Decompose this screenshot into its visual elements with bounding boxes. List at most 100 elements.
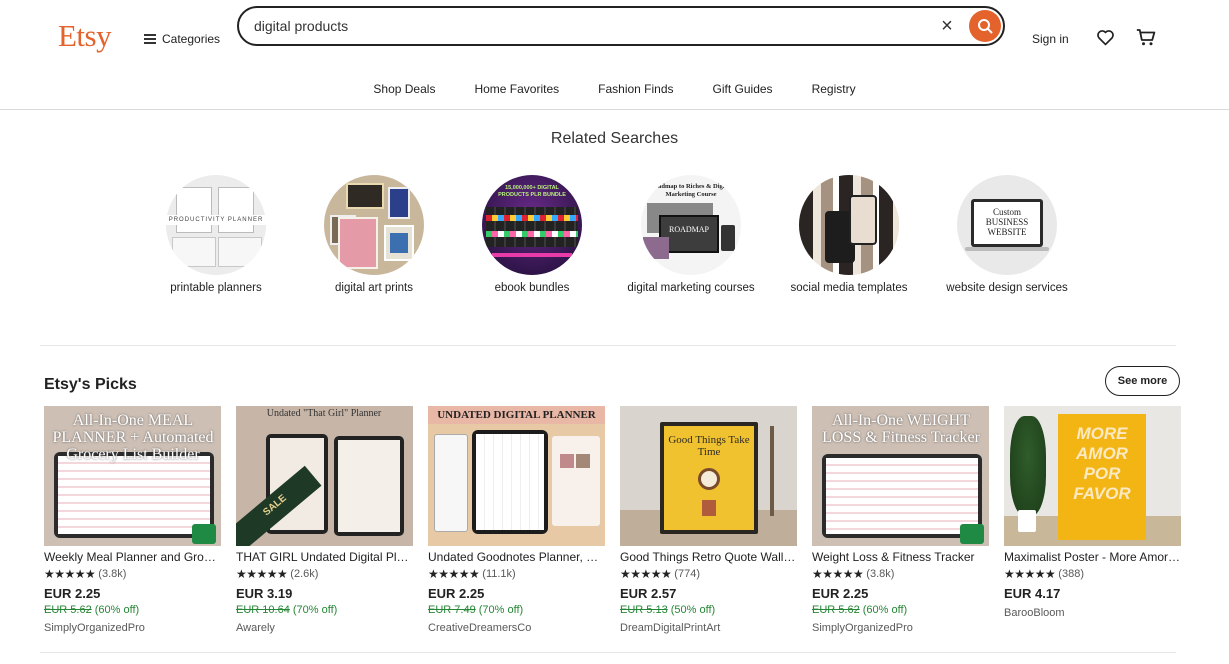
- product-image[interactable]: All-In-One WEIGHT LOSS & Fitness Tracker: [812, 406, 989, 546]
- product-title: THAT GIRL Undated Digital Planner: [236, 550, 413, 564]
- product-image[interactable]: Undated "That Girl" Planner SALE: [236, 406, 413, 546]
- related-searches-title: Related Searches: [550, 130, 679, 147]
- related-search-digital-marketing-courses[interactable]: Roadmap to Riches & Digital Marketing Co…: [621, 175, 761, 296]
- nav-registry[interactable]: Registry: [812, 82, 856, 96]
- product-rating: ★★★★★ (3.8k): [44, 567, 221, 581]
- product-card[interactable]: Good Things Take Time Good Things Retro …: [620, 406, 797, 636]
- shop-name[interactable]: BarooBloom: [1004, 607, 1181, 621]
- search-icon: [978, 19, 993, 34]
- product-card[interactable]: All-In-One MEAL PLANNER + Automated Groc…: [44, 406, 221, 636]
- product-card[interactable]: Undated "That Girl" Planner SALE THAT GI…: [236, 406, 413, 636]
- product-price: EUR 2.57: [620, 586, 677, 601]
- discount: (50% off): [670, 604, 716, 616]
- review-count: (388): [1058, 568, 1084, 580]
- star-rating-icon: ★★★★★: [812, 567, 864, 581]
- star-rating-icon: ★★★★★: [1004, 567, 1056, 581]
- thumb-caption: Custom BUSINESS WEBSITE: [985, 207, 1029, 237]
- product-price: EUR 3.19: [236, 586, 293, 601]
- nav-shop-deals[interactable]: Shop Deals: [373, 82, 435, 96]
- sign-in-link[interactable]: Sign in: [1032, 32, 1069, 46]
- discount: (70% off): [478, 604, 524, 616]
- discount: (60% off): [94, 604, 140, 616]
- related-search-thumbnail: [799, 175, 899, 275]
- cart-icon[interactable]: [1136, 28, 1156, 47]
- related-search-thumbnail: Custom BUSINESS WEBSITE: [957, 175, 1057, 275]
- product-original-price: EUR 10.64 (70% off): [236, 604, 413, 618]
- related-search-thumbnail: [324, 175, 424, 275]
- original-price: EUR 10.64: [236, 604, 290, 616]
- product-title: Maximalist Poster - More Amor Por Favor: [1004, 550, 1181, 564]
- shop-name[interactable]: Awarely: [236, 622, 413, 636]
- hamburger-icon: [144, 34, 156, 44]
- related-search-label: digital art prints: [335, 282, 413, 294]
- review-count: (774): [674, 568, 700, 580]
- product-image[interactable]: UNDATED DIGITAL PLANNER: [428, 406, 605, 546]
- shop-name[interactable]: SimplyOrganizedPro: [812, 622, 989, 636]
- review-count: (2.6k): [290, 568, 319, 580]
- related-search-ebook-bundles[interactable]: 15,000,000+ DIGITAL PRODUCTS PLR BUNDLE …: [462, 175, 602, 296]
- star-rating-icon: ★★★★★: [44, 567, 96, 581]
- product-price: EUR 2.25: [428, 586, 485, 601]
- product-rating: ★★★★★ (774): [620, 567, 797, 581]
- shop-name[interactable]: CreativeDreamersCo: [428, 622, 605, 636]
- categories-button[interactable]: Categories: [144, 32, 220, 46]
- search-button[interactable]: [969, 10, 1001, 42]
- discount: (70% off): [292, 604, 338, 616]
- clear-search-icon[interactable]: ×: [937, 16, 957, 36]
- star-rating-icon: ★★★★★: [236, 567, 288, 581]
- search-bar: ×: [237, 6, 1005, 46]
- product-original-price: EUR 5.62 (60% off): [812, 604, 989, 618]
- product-card[interactable]: UNDATED DIGITAL PLANNER Undated Goodnote…: [428, 406, 605, 636]
- search-input[interactable]: [254, 16, 914, 36]
- nav-home-favorites[interactable]: Home Favorites: [474, 82, 559, 96]
- product-original-price: EUR 7.49 (70% off): [428, 604, 605, 618]
- product-rating: ★★★★★ (2.6k): [236, 567, 413, 581]
- product-card[interactable]: MORE AMOR POR FAVOR Maximalist Poster - …: [1004, 406, 1181, 621]
- thumb-caption: PRODUCTIVITY PLANNER: [166, 215, 266, 225]
- product-image-caption: All-In-One WEIGHT LOSS & Fitness Tracker: [822, 412, 980, 446]
- product-image-caption: MORE AMOR POR FAVOR: [1073, 424, 1131, 503]
- product-image[interactable]: Good Things Take Time: [620, 406, 797, 546]
- related-search-label: digital marketing courses: [627, 282, 755, 294]
- original-price: EUR 5.62: [812, 604, 860, 616]
- product-title: Undated Goodnotes Planner, Digital Plann…: [428, 550, 605, 564]
- product-rating: ★★★★★ (388): [1004, 567, 1181, 581]
- original-price: EUR 5.13: [620, 604, 668, 616]
- product-card[interactable]: All-In-One WEIGHT LOSS & Fitness Tracker…: [812, 406, 989, 636]
- thumb-caption: Roadmap to Riches & Digital Marketing Co…: [650, 183, 732, 198]
- product-image-caption: Undated "That Girl" Planner: [266, 408, 382, 419]
- star-rating-icon: ★★★★★: [428, 567, 480, 581]
- etsy-logo[interactable]: Etsy: [58, 18, 112, 54]
- related-search-label: website design services: [946, 282, 1068, 294]
- shop-name[interactable]: SimplyOrganizedPro: [44, 622, 221, 636]
- product-title: Weight Loss & Fitness Tracker: [812, 550, 975, 564]
- related-search-printable-planners[interactable]: PRODUCTIVITY PLANNER printable planners: [146, 175, 286, 296]
- nav-fashion-finds[interactable]: Fashion Finds: [598, 82, 673, 96]
- product-title: Good Things Retro Quote Wall Art: [620, 550, 797, 564]
- product-original-price: EUR 5.13 (50% off): [620, 604, 797, 618]
- product-image[interactable]: All-In-One MEAL PLANNER + Automated Groc…: [44, 406, 221, 546]
- top-nav: Shop Deals Home Favorites Fashion Finds …: [0, 82, 1229, 96]
- related-search-website-design-services[interactable]: Custom BUSINESS WEBSITE website design s…: [937, 175, 1077, 296]
- see-more-button[interactable]: See more: [1105, 366, 1180, 396]
- categories-label: Categories: [162, 32, 221, 46]
- related-search-label: printable planners: [170, 282, 262, 294]
- product-price: EUR 2.25: [44, 586, 101, 601]
- star-rating-icon: ★★★★★: [620, 567, 672, 581]
- related-search-social-media-templates[interactable]: social media templates: [779, 175, 919, 296]
- product-image-caption: All-In-One MEAL PLANNER + Automated Groc…: [52, 412, 214, 463]
- product-image[interactable]: MORE AMOR POR FAVOR: [1004, 406, 1181, 546]
- product-rating: ★★★★★ (11.1k): [428, 567, 605, 581]
- related-search-digital-art-prints[interactable]: digital art prints: [304, 175, 444, 296]
- thumb-caption: 15,000,000+ DIGITAL PRODUCTS PLR BUNDLE: [498, 185, 566, 198]
- review-count: (3.8k): [98, 568, 127, 580]
- nav-gift-guides[interactable]: Gift Guides: [713, 82, 773, 96]
- favorites-heart-icon[interactable]: [1096, 29, 1115, 46]
- etsys-picks-title: Etsy's Picks: [44, 376, 137, 393]
- related-search-thumbnail: Roadmap to Riches & Digital Marketing Co…: [641, 175, 741, 275]
- review-count: (11.1k): [482, 568, 516, 580]
- product-rating: ★★★★★ (3.8k): [812, 567, 989, 581]
- section-divider: [40, 345, 1176, 346]
- section-divider: [40, 652, 1176, 653]
- shop-name[interactable]: DreamDigitalPrintArt: [620, 622, 797, 636]
